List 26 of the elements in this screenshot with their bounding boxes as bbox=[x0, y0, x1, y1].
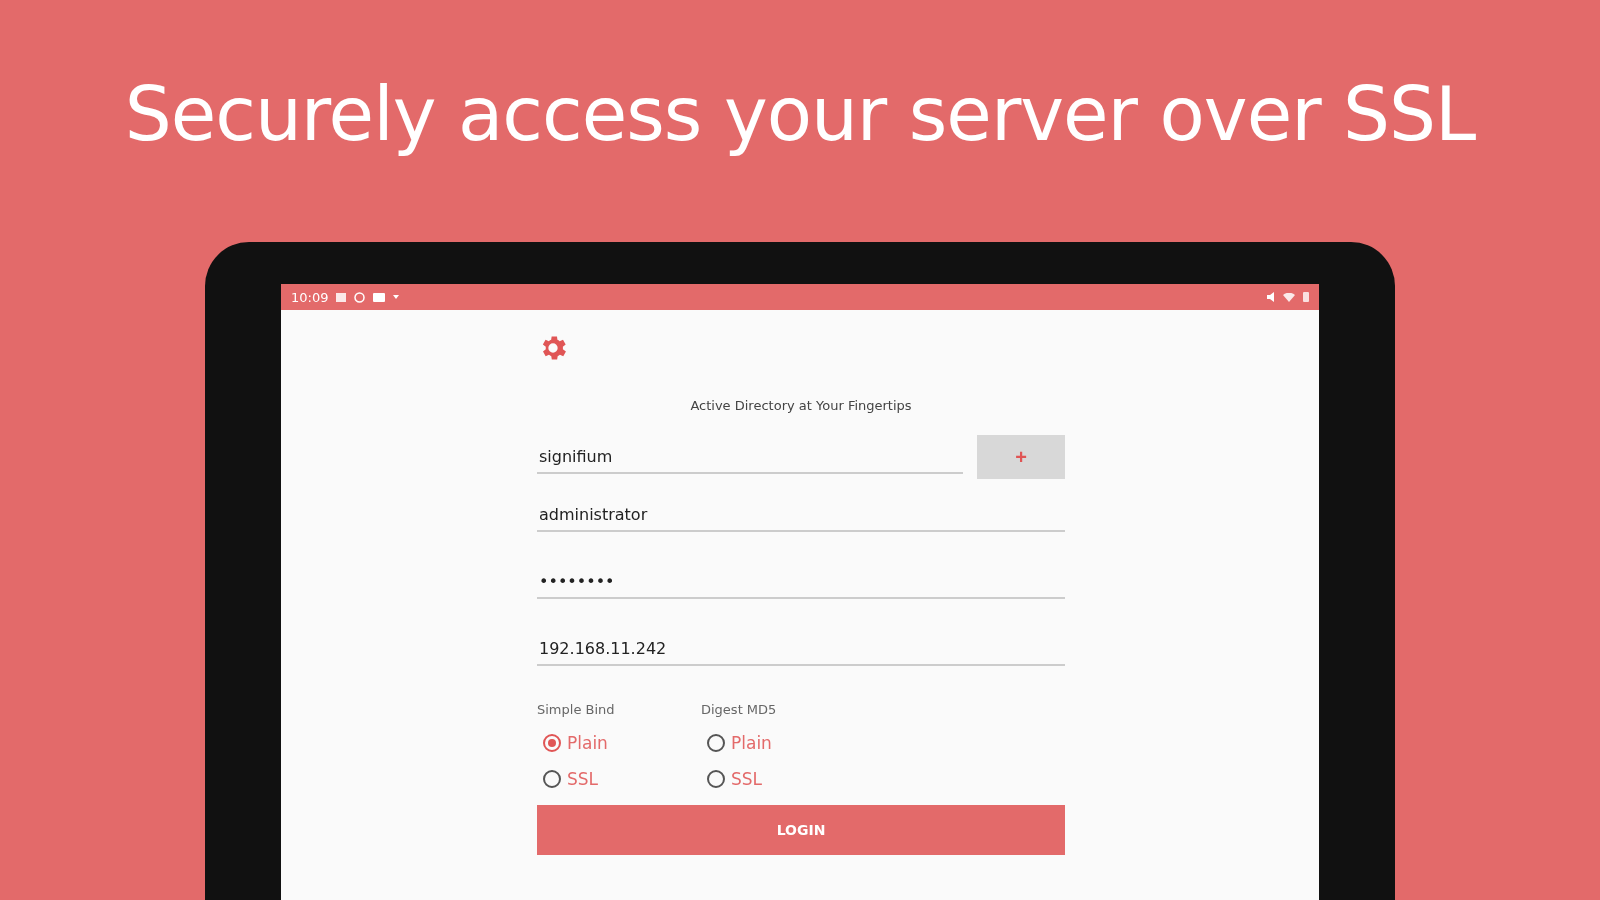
battery-icon bbox=[1303, 292, 1309, 303]
radio-option[interactable]: SSL bbox=[701, 769, 805, 790]
text-field[interactable]: 192.168.11.242 bbox=[537, 633, 1065, 667]
login-button[interactable]: LOGIN bbox=[537, 805, 1065, 856]
add-button[interactable]: + bbox=[977, 435, 1065, 480]
radio-option[interactable]: SSL bbox=[537, 769, 641, 790]
circle-icon bbox=[354, 291, 366, 303]
app-subtitle: Active Directory at Your Fingertips bbox=[690, 398, 912, 414]
wifi-icon bbox=[1283, 292, 1295, 302]
radio-button[interactable] bbox=[543, 770, 561, 789]
radio-button[interactable] bbox=[707, 770, 725, 789]
status-time: 10:09 bbox=[291, 289, 329, 305]
radio-option[interactable]: Plain bbox=[701, 733, 805, 754]
radio-button[interactable] bbox=[707, 734, 725, 753]
radio-group-label: Digest MD5 bbox=[701, 702, 778, 718]
password-field[interactable]: •••••••• bbox=[537, 566, 1065, 600]
radio-option[interactable]: Plain bbox=[537, 733, 641, 754]
radio-group-label: Simple Bind bbox=[537, 702, 616, 718]
radio-button[interactable] bbox=[543, 734, 561, 753]
headline: Securely access your server over SSL bbox=[124, 70, 1476, 159]
text-field[interactable]: administrator bbox=[537, 499, 1065, 533]
image-icon bbox=[336, 292, 347, 302]
domain-field[interactable]: signifium bbox=[537, 440, 963, 474]
mute-icon bbox=[1267, 292, 1275, 303]
card-icon bbox=[373, 292, 386, 302]
dropdown-icon bbox=[393, 295, 400, 300]
